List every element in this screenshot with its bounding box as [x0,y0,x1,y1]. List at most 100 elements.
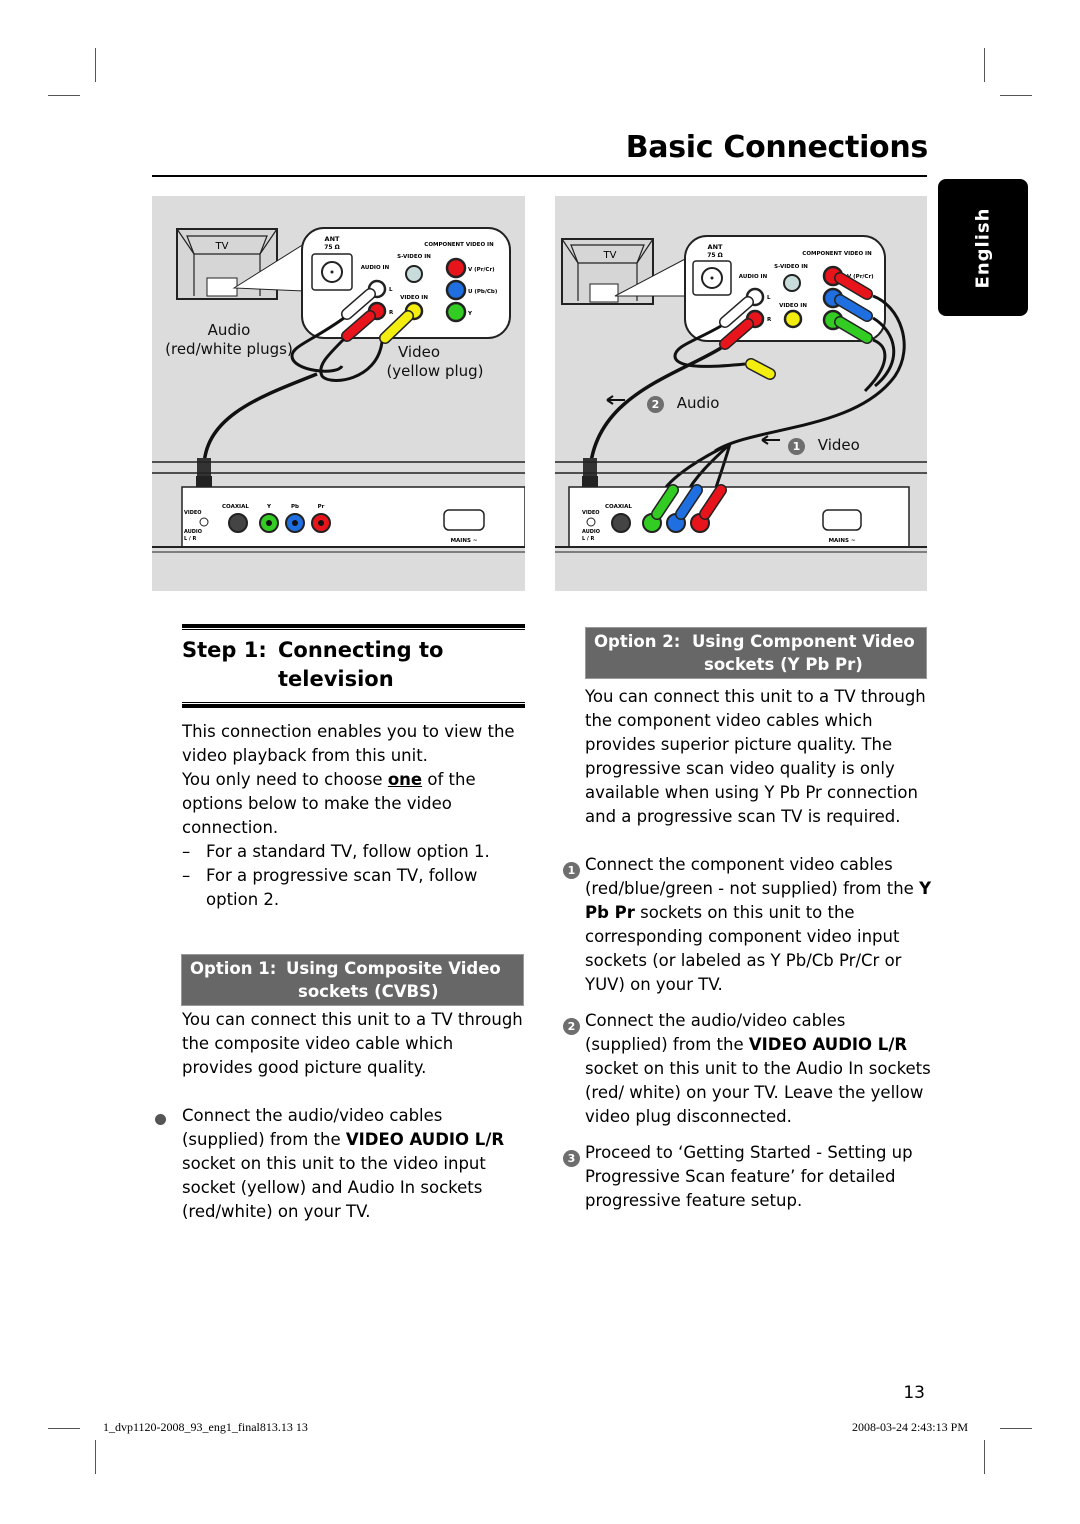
socket-component-y [445,301,467,323]
audio-in-label: AUDIO IN [361,265,390,271]
option-2-body: You can connect this unit to a TV throug… [585,685,930,829]
plug-connector [197,458,211,478]
tv-back-icon [176,228,305,300]
video-callout: 1 Video [788,436,860,455]
title-divider [152,175,927,177]
dash-marker: – [182,842,191,861]
socket-component-u [445,279,467,301]
socket-svideo [405,265,423,283]
ant-label: ANT [708,243,723,251]
unit-mains-label: MAINS ~ [829,538,856,544]
numbered-step: 2 Connect the audio/video cables (suppli… [563,1009,933,1129]
intro-paragraph-2: You only need to choose one of the optio… [182,768,527,840]
svideo-in-label: S-VIDEO IN [397,254,431,260]
step-text: Connect the audio/video cables (supplied… [585,1009,933,1129]
step-2-badge: 2 [647,396,664,413]
socket-video-in [783,309,803,329]
unit-coaxial-socket [228,513,248,533]
unit-lr-label: L / R [184,536,196,542]
audio-callout: Audio (red/white plugs) [164,321,294,359]
intro-text: You only need to choose [182,770,388,789]
option-label: Option 2: [594,632,681,651]
option-title-line2: sockets (Y Pb Pr) [704,655,863,674]
bullet-text: Connect the audio/video cables (supplied… [182,1104,527,1224]
unit-coaxial-socket [611,513,631,533]
option-1-body: You can connect this unit to a TV throug… [182,1008,527,1080]
crop-mark [48,95,80,96]
tv-back-icon [561,238,688,305]
step-text: Proceed to ‘Getting Started - Setting up… [585,1141,933,1213]
bold-text: VIDEO AUDIO L/R [748,1035,908,1054]
step-1-intro: This connection enables you to view the … [182,720,527,912]
component-video-in-label: COMPONENT VIDEO IN [802,251,872,257]
list-item: – For a progressive scan TV, follow optio… [182,864,527,912]
bold-text: VIDEO AUDIO L/R [345,1130,505,1149]
option-1-intro: You can connect this unit to a TV throug… [182,1010,523,1077]
v-label: V (Pr/Cr) [468,267,495,273]
step-text: Connect the component video cables (red/… [585,853,933,997]
unit-audio-label: AUDIO [582,529,600,535]
ant-spec-label: 75 Ω [324,244,340,251]
tv-label: TV [603,250,617,261]
unit-mains-label: MAINS ~ [451,538,478,544]
component-diagram: TV ANT 75 Ω AUDIO IN S-VIDEO IN VIDEO IN… [555,235,927,553]
text-run: Connect the component video cables (red/… [585,855,920,898]
audio-callout: 2 Audio [647,394,719,413]
figure-composite-connection: TV ANT 75 Ω AUDIO IN S-VIDEO IN VIDEO IN… [152,196,525,591]
crop-mark [984,1440,985,1474]
bullet-item: Connect the audio/video cables (supplied… [155,1104,527,1224]
unit-audio-label: AUDIO [184,529,202,535]
av-cable [202,372,318,472]
text-run: socket on this unit to the Audio In sock… [585,1059,931,1126]
audio-in-label: AUDIO IN [739,274,768,280]
unit-video-label: VIDEO [582,510,600,516]
svideo-in-label: S-VIDEO IN [774,264,808,270]
heading-rule-bottom [182,702,525,708]
step-marker: 3 [563,1141,585,1213]
list-item-text: For a progressive scan TV, follow option… [206,866,478,909]
emphasis-one: one [387,770,423,789]
tv-label: TV [215,241,229,252]
list-item-text: For a standard TV, follow option 1. [206,842,490,861]
list-item: – For a standard TV, follow option 1. [182,840,527,864]
audio-l-label: L [767,295,771,301]
audio-l-label: L [389,287,393,293]
dash-marker: – [182,866,191,885]
video-in-label: VIDEO IN [400,295,428,301]
plug-connector [583,458,597,478]
step-title-line2: television [278,667,394,691]
step-1-heading: Step 1: Connecting to television [182,630,525,702]
audio-callout-line1: Audio [207,321,251,339]
text-run: Proceed to ‘Getting Started - Setting up… [585,1143,913,1210]
step-number-badge: 2 [563,1018,580,1035]
ant-label: ANT [325,235,340,243]
mains-socket-icon [443,509,485,531]
unit-coaxial-label: COAXIAL [222,504,249,510]
step-number-badge: 3 [563,1150,580,1167]
footer-timestamp: 2008-03-24 2:43:13 PM [851,1420,968,1434]
language-tab-label: English [972,207,994,288]
step-title-line1: Connecting to [278,638,444,662]
socket-svideo [783,274,801,292]
socket-component-v [445,257,467,279]
audio-callout-line2: (red/white plugs) [165,340,293,358]
video-callout: Video (yellow plug) [370,343,500,381]
text-run: socket on this unit to the video input s… [182,1154,486,1221]
unit-pb-label: Pb [291,504,299,510]
footer-file-info: 1_dvp1120-2008_93_eng1_final813.13 13 [103,1420,308,1434]
intro-paragraph-1: This connection enables you to view the … [182,722,515,765]
video-plug-yellow-disconnected [746,359,775,379]
crop-mark [1000,1428,1032,1429]
step-number: Step 1: [182,638,267,662]
step-title: Connecting to television [278,636,443,694]
crop-mark [984,48,985,82]
option-title-line1: Using Component Video [692,632,915,651]
option-label: Option 1: [190,959,277,978]
crop-mark [95,1440,96,1474]
unit-lr-label: L / R [582,536,594,542]
option-2-intro: You can connect this unit to a TV throug… [585,687,926,826]
page-title: Basic Connections [625,130,929,165]
language-tab: English [938,179,1028,316]
crop-mark [1000,95,1032,96]
ant-spec-label: 75 Ω [707,252,723,259]
